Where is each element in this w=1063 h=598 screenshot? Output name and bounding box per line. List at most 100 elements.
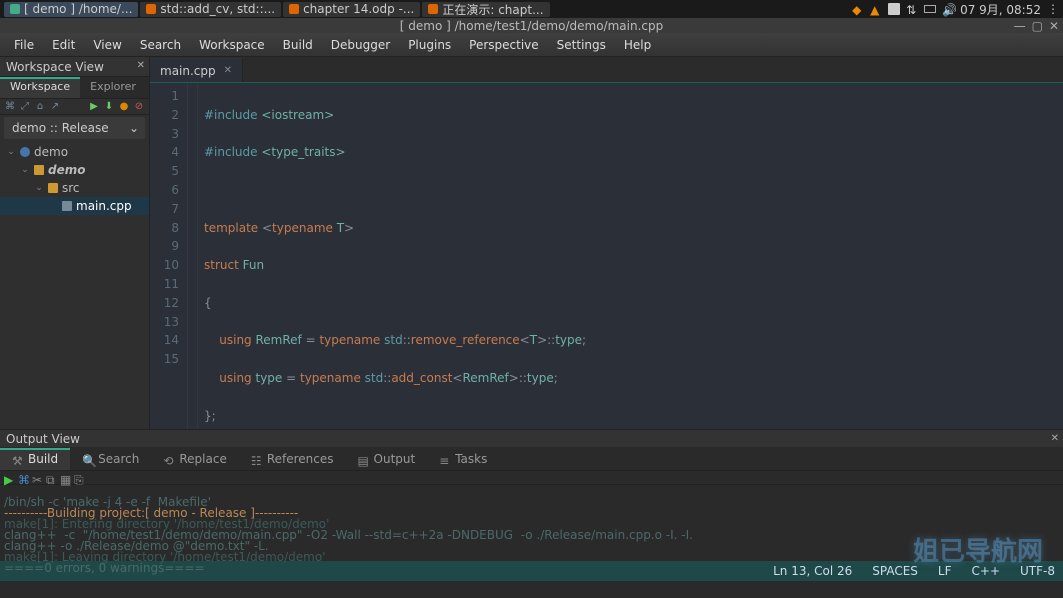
goto-icon[interactable]: ↗ bbox=[49, 101, 61, 113]
status-eol[interactable]: LF bbox=[938, 564, 952, 578]
output-toolbar: ▶ ⌘ ✂ ⧉ ▦ ⎘ bbox=[0, 471, 1063, 485]
output-copy-icon[interactable]: ⧉ bbox=[46, 473, 56, 483]
build-config-dropdown[interactable]: demo :: Release ⌄ bbox=[4, 117, 145, 139]
tree-folder-src[interactable]: ⌄ src bbox=[0, 179, 149, 197]
tasks-icon: ≡ bbox=[439, 454, 449, 464]
menu-plugins[interactable]: Plugins bbox=[400, 35, 459, 55]
tray-volume-icon[interactable]: 🔊 bbox=[942, 3, 954, 15]
output-text[interactable]: /bin/sh -c 'make -j 4 -e -f Makefile'---… bbox=[0, 485, 1063, 561]
workspace-panel-title: Workspace View bbox=[6, 60, 104, 74]
task-browser1[interactable]: std::add_cv, std::... bbox=[140, 2, 281, 17]
editor-tab-label: main.cpp bbox=[160, 64, 216, 78]
status-cursor-pos[interactable]: Ln 13, Col 26 bbox=[773, 564, 852, 578]
menu-bar: File Edit View Search Workspace Build De… bbox=[0, 33, 1063, 57]
output-panel-header: Output View ✕ bbox=[0, 429, 1063, 447]
home-icon[interactable]: ⌂ bbox=[34, 101, 46, 113]
menu-build[interactable]: Build bbox=[275, 35, 321, 55]
tray-keyboard-icon[interactable] bbox=[888, 3, 900, 15]
status-encoding[interactable]: UTF-8 bbox=[1020, 564, 1055, 578]
output-tab-replace[interactable]: ⟲Replace bbox=[151, 448, 238, 470]
output-tab-references[interactable]: ☷References bbox=[239, 448, 346, 470]
window-close-button[interactable]: ✕ bbox=[1049, 19, 1059, 33]
task-present[interactable]: 正在演示: chapt... bbox=[422, 2, 549, 17]
workspace-panel-close-button[interactable]: ✕ bbox=[137, 60, 145, 71]
pause-icon[interactable]: ● bbox=[118, 101, 130, 113]
menu-search[interactable]: Search bbox=[132, 35, 189, 55]
task-impress[interactable]: chapter 14.odp -... bbox=[283, 2, 420, 17]
app-icon bbox=[10, 4, 20, 14]
output-run-icon[interactable]: ▶ bbox=[4, 473, 14, 483]
tree-project[interactable]: ⌄ demo bbox=[0, 161, 149, 179]
stop-icon[interactable]: ⊘ bbox=[133, 101, 145, 113]
link-icon[interactable]: ⌘ bbox=[4, 101, 16, 113]
menu-debugger[interactable]: Debugger bbox=[323, 35, 398, 55]
tree-toggle[interactable]: ⌄ bbox=[6, 147, 16, 157]
line-number-gutter: 123456789101112131415 bbox=[150, 83, 188, 429]
code-editor[interactable]: 123456789101112131415 #include <iostream… bbox=[150, 83, 1063, 429]
build-config-label: demo :: Release bbox=[12, 121, 109, 135]
workspace-toolbar: ⌘ ⤢ ⌂ ↗ ▶ ⬇ ● ⊘ bbox=[0, 99, 149, 115]
output-link-icon[interactable]: ⌘ bbox=[18, 473, 28, 483]
run-icon[interactable]: ▶ bbox=[88, 101, 100, 113]
output-save-icon[interactable]: ⎘ bbox=[74, 473, 84, 483]
tree-toggle[interactable]: ⌄ bbox=[34, 183, 44, 193]
tree-label: main.cpp bbox=[76, 199, 132, 213]
output-tab-output[interactable]: ▤Output bbox=[346, 448, 428, 470]
output-tab-search[interactable]: 🔍Search bbox=[70, 448, 151, 470]
window-minimize-button[interactable]: — bbox=[1014, 19, 1026, 33]
menu-file[interactable]: File bbox=[6, 35, 42, 55]
build-tab-icon: ⚒ bbox=[12, 454, 22, 464]
workspace-panel: Workspace View ✕ Workspace Explorer ⌘ ⤢ … bbox=[0, 57, 150, 429]
tray-battery-icon[interactable] bbox=[924, 5, 936, 13]
impress-icon bbox=[289, 4, 299, 14]
tree-workspace-root[interactable]: ⌄ demo bbox=[0, 143, 149, 161]
menu-perspective[interactable]: Perspective bbox=[461, 35, 547, 55]
tray-network-icon[interactable]: ⇅ bbox=[906, 3, 918, 15]
status-indent-mode[interactable]: SPACES bbox=[872, 564, 918, 578]
present-icon bbox=[428, 4, 438, 14]
output-paste-icon[interactable]: ▦ bbox=[60, 473, 70, 483]
menu-edit[interactable]: Edit bbox=[44, 35, 83, 55]
workspace-panel-tabs: Workspace Explorer bbox=[0, 77, 149, 99]
editor-area: main.cpp ✕ 123456789101112131415 #includ… bbox=[150, 57, 1063, 429]
chevron-down-icon: ⌄ bbox=[129, 121, 139, 135]
menu-workspace[interactable]: Workspace bbox=[191, 35, 273, 55]
tray-clock[interactable]: 07 9月, 08:52 bbox=[960, 1, 1041, 18]
search-icon: 🔍 bbox=[82, 454, 92, 464]
window-maximize-button[interactable]: ▢ bbox=[1032, 19, 1043, 33]
tray-menu-icon[interactable]: ⋮ bbox=[1047, 2, 1059, 16]
workspace-tree: ⌄ demo ⌄ demo ⌄ src main.cpp bbox=[0, 141, 149, 429]
tree-file-main[interactable]: main.cpp bbox=[0, 197, 149, 215]
tray-notify-icon[interactable]: ◆ bbox=[852, 3, 864, 15]
file-icon bbox=[62, 201, 72, 211]
editor-tabs: main.cpp ✕ bbox=[150, 57, 1063, 83]
tree-label: src bbox=[62, 181, 80, 195]
build-run-icon[interactable]: ⬇ bbox=[103, 101, 115, 113]
tab-workspace[interactable]: Workspace bbox=[0, 77, 80, 98]
folder-icon bbox=[48, 183, 58, 193]
task-ide[interactable]: [ demo ] /home/... bbox=[4, 2, 138, 17]
editor-tab-main[interactable]: main.cpp ✕ bbox=[150, 58, 243, 82]
editor-tab-close-button[interactable]: ✕ bbox=[224, 65, 232, 76]
folder-icon bbox=[34, 165, 44, 175]
firefox-icon bbox=[146, 4, 156, 14]
fold-gutter[interactable] bbox=[188, 83, 198, 429]
workspace-panel-header: Workspace View ✕ bbox=[0, 57, 149, 77]
window-titlebar: [ demo ] /home/test1/demo/demo/main.cpp … bbox=[0, 18, 1063, 33]
output-tab-tasks[interactable]: ≡Tasks bbox=[427, 448, 499, 470]
code-text[interactable]: #include <iostream> #include <type_trait… bbox=[198, 83, 1063, 429]
output-tab-build[interactable]: ⚒Build bbox=[0, 448, 70, 470]
collapse-icon[interactable]: ⤢ bbox=[19, 101, 31, 113]
menu-view[interactable]: View bbox=[85, 35, 129, 55]
tab-explorer[interactable]: Explorer bbox=[80, 77, 146, 98]
output-clear-icon[interactable]: ✂ bbox=[32, 473, 42, 483]
output-icon: ▤ bbox=[358, 454, 368, 464]
tree-label: demo bbox=[48, 163, 85, 177]
status-language[interactable]: C++ bbox=[972, 564, 1001, 578]
menu-help[interactable]: Help bbox=[616, 35, 659, 55]
tray-warning-icon[interactable]: ▲ bbox=[870, 3, 882, 15]
menu-settings[interactable]: Settings bbox=[549, 35, 614, 55]
tree-toggle[interactable]: ⌄ bbox=[20, 165, 30, 175]
output-panel-close-button[interactable]: ✕ bbox=[1051, 433, 1059, 444]
output-panel-title: Output View bbox=[6, 432, 80, 446]
